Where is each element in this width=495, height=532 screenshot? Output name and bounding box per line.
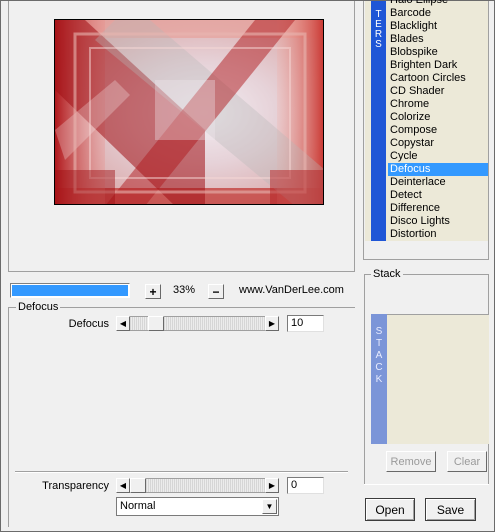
stack-border-left — [364, 274, 365, 484]
arrow-left-icon: ◀ — [119, 318, 127, 328]
arrow-left-icon: ◀ — [119, 480, 127, 490]
filter-item[interactable]: Blobspike — [388, 46, 489, 59]
filter-item[interactable]: Distortion — [388, 228, 489, 241]
stack-tab-letter: C — [375, 362, 383, 373]
divider — [15, 471, 348, 473]
defocus-slider-thumb[interactable] — [147, 316, 164, 331]
blend-mode-value: Normal — [120, 500, 156, 512]
filter-list[interactable]: Halo Ellipse Barcode Blacklight Blades Blobs… — [388, 0, 489, 241]
filter-item[interactable]: Defocus — [388, 163, 489, 176]
stack-tab-letter: S — [375, 326, 383, 337]
group-title: Defocus — [16, 301, 61, 313]
filter-item[interactable]: Detect — [388, 189, 489, 202]
filter-item[interactable]: Colorize — [388, 111, 489, 124]
clear-button[interactable]: Clear — [447, 451, 487, 472]
stack-tab-letter: T — [375, 338, 383, 349]
zoom-level: 33% — [172, 284, 196, 296]
transparency-slider-track[interactable] — [130, 478, 265, 493]
stack-tab-letter: A — [375, 350, 383, 361]
filter-item[interactable]: Difference — [388, 202, 489, 215]
transparency-label: Transparency — [42, 480, 109, 492]
filter-item[interactable]: Halo Ellipse — [388, 0, 489, 7]
defocus-label: Defocus — [68, 318, 109, 330]
filter-item[interactable]: Cycle — [388, 150, 489, 163]
preview-panel — [8, 1, 355, 272]
stack-list[interactable] — [387, 314, 489, 444]
stack-border-bottom — [364, 484, 489, 485]
open-button[interactable]: Open — [365, 498, 415, 521]
filters-tab[interactable]: TERS — [371, 1, 386, 241]
filter-item[interactable]: Barcode — [388, 7, 489, 20]
defocus-decrease-button[interactable]: ◀ — [116, 316, 130, 331]
filters-tab-letter: S — [375, 39, 382, 50]
defocus-value-field[interactable]: 10 — [287, 315, 324, 332]
progress-bar — [10, 283, 130, 298]
progress-bar-fill — [12, 285, 128, 296]
stack-tab[interactable]: STACK — [371, 314, 387, 444]
transparency-value-field[interactable]: 0 — [287, 477, 324, 494]
arrow-right-icon: ▶ — [268, 480, 276, 490]
filter-item[interactable]: Blacklight — [388, 20, 489, 33]
filter-item[interactable]: Disco Lights — [388, 215, 489, 228]
panel-border-right — [488, 1, 489, 259]
stack-title: Stack — [371, 268, 403, 280]
blend-mode-select[interactable]: Normal ▼ — [116, 497, 279, 516]
filter-item[interactable]: Blades — [388, 33, 489, 46]
chevron-down-icon[interactable]: ▼ — [262, 499, 277, 514]
filter-item[interactable]: Compose — [388, 124, 489, 137]
transparency-decrease-button[interactable]: ◀ — [116, 478, 130, 493]
arrow-right-icon: ▶ — [268, 318, 276, 328]
panel-border — [363, 1, 364, 259]
preview-image[interactable] — [54, 19, 324, 205]
defocus-increase-button[interactable]: ▶ — [265, 316, 279, 331]
filter-item[interactable]: Chrome — [388, 98, 489, 111]
transparency-slider-thumb[interactable] — [130, 478, 146, 493]
zoom-in-button[interactable]: + — [145, 284, 161, 299]
group-border-left — [8, 307, 9, 527]
stack-tab-letter: K — [375, 374, 383, 385]
filter-item[interactable]: Copystar — [388, 137, 489, 150]
filter-item[interactable]: Deinterlace — [388, 176, 489, 189]
filter-item[interactable]: CD Shader — [388, 85, 489, 98]
remove-button[interactable]: Remove — [386, 451, 436, 472]
website-link[interactable]: www.VanDerLee.com — [239, 284, 344, 296]
panel-border-bottom — [363, 259, 489, 260]
filter-item[interactable]: Brighten Dark — [388, 59, 489, 72]
zoom-out-button[interactable]: − — [208, 284, 224, 299]
filter-item[interactable]: Cartoon Circles — [388, 72, 489, 85]
save-button[interactable]: Save — [425, 498, 476, 521]
plugin-window: + 33% − www.VanDerLee.com Defocus Defocu… — [0, 0, 495, 532]
transparency-increase-button[interactable]: ▶ — [265, 478, 279, 493]
